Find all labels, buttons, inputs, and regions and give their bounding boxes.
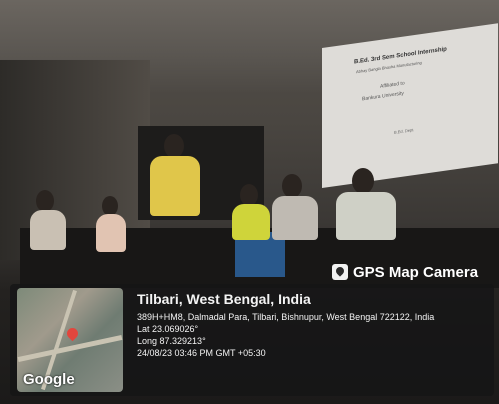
map-brand-label: Google (23, 371, 75, 388)
location-details: Tilbari, West Bengal, India 389H+HM8, Da… (137, 291, 487, 359)
timestamp: 24/08/23 03:46 PM GMT +05:30 (137, 348, 266, 358)
screen-line-5: B.Ed. Dept. (394, 127, 414, 135)
screen-line-3: Affiliated to (380, 80, 405, 89)
screen-line-4: Bankura University (362, 90, 404, 102)
longitude: Long 87.329213° (137, 336, 206, 346)
location-pin-icon (64, 325, 81, 342)
map-pin-icon (332, 264, 348, 280)
address: 389H+HM8, Dalmadal Para, Tilbari, Bishnu… (137, 312, 435, 322)
place-name: Tilbari, West Bengal, India (137, 291, 311, 307)
gps-camera-header: GPS Map Camera (332, 262, 478, 282)
projector-screen: B.Ed. 3rd Sem School Internship Abhay Ba… (322, 23, 498, 188)
camera-label: GPS Map Camera (353, 263, 479, 281)
latitude: Lat 23.069026° (137, 324, 199, 334)
map-thumbnail: Google (17, 288, 123, 392)
